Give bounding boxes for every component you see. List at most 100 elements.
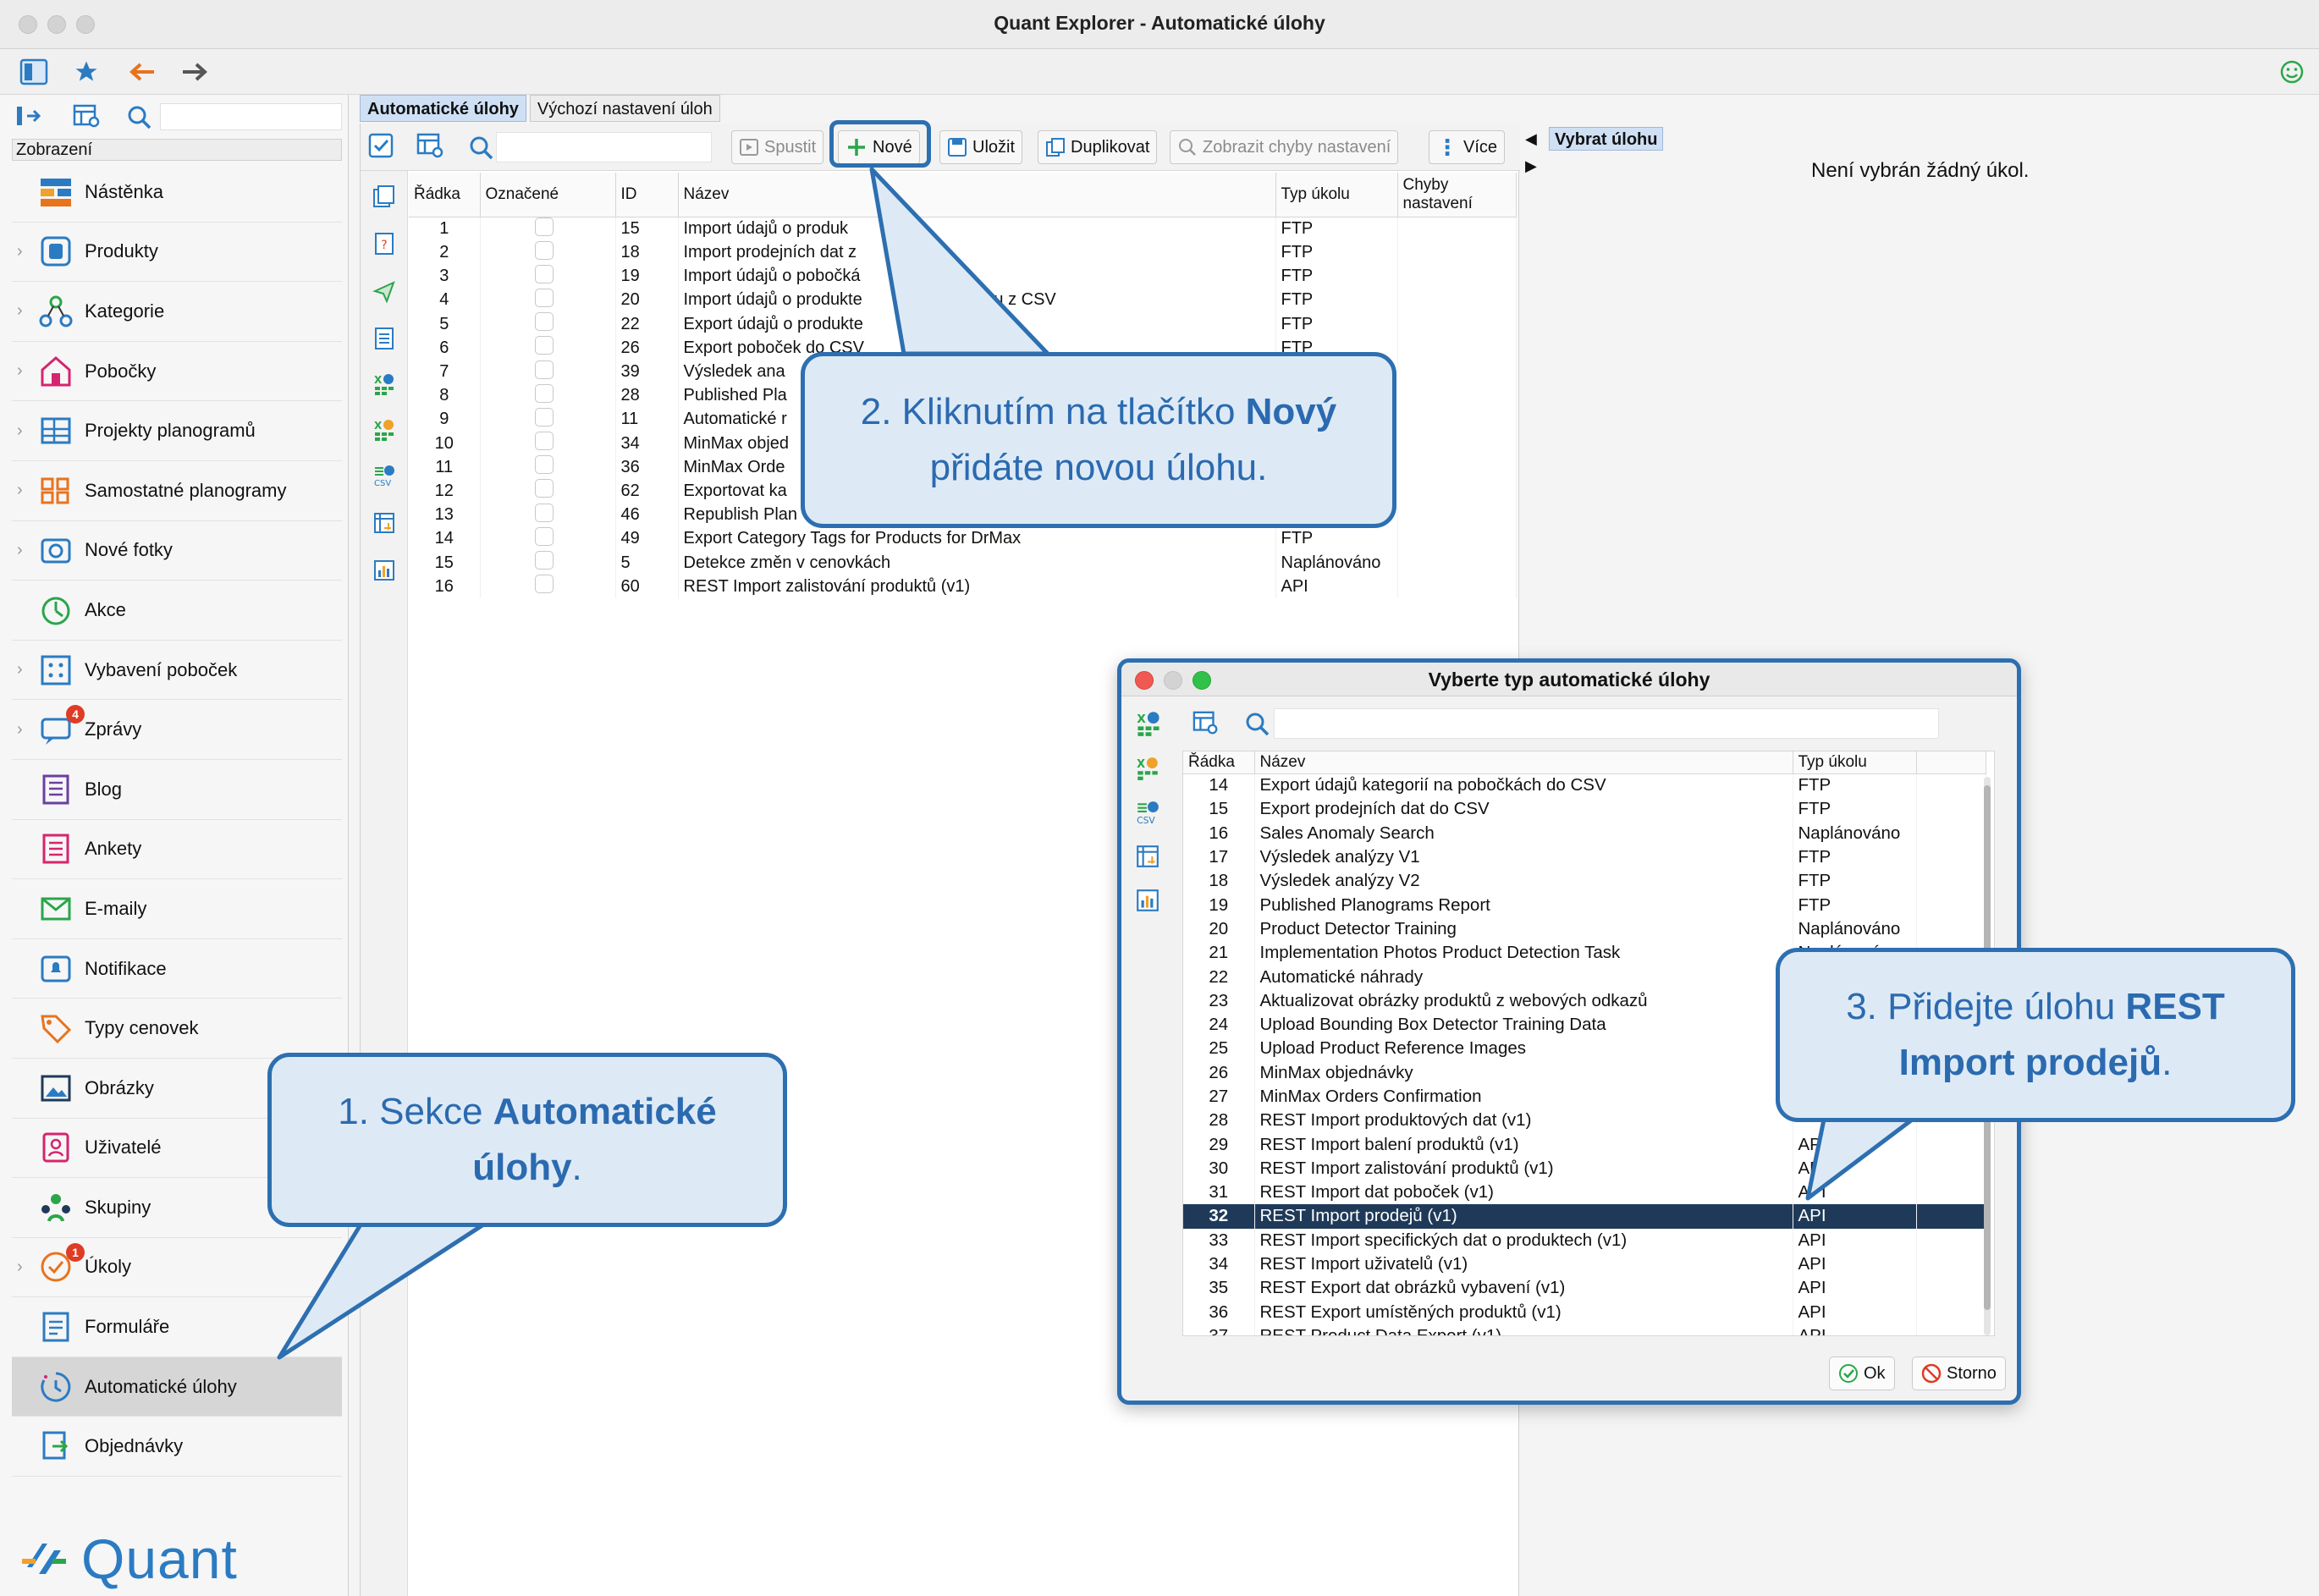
back-arrow-icon[interactable]	[125, 56, 159, 88]
table-row[interactable]: 14 49 Export Category Tags for Products fo…	[409, 526, 1517, 551]
column-settings-icon[interactable]	[416, 132, 445, 165]
table-row[interactable]: 16 60 REST Import zalistování produktů (v1…	[409, 575, 1517, 599]
table-settings-icon[interactable]	[73, 103, 100, 133]
collapse-left-icon[interactable]: ◀	[1525, 130, 1537, 148]
marked-checkbox[interactable]	[480, 432, 616, 456]
show-config-errors-button[interactable]: Zobrazit chyby nastavení	[1170, 130, 1399, 164]
table-row[interactable]: 33 REST Import specifických dat o produkt…	[1183, 1228, 1986, 1252]
table-row[interactable]: 18 Výsledek analýzy V2 FTP	[1183, 869, 1986, 894]
dialog-close-button[interactable]	[1135, 671, 1154, 690]
sidebar-item-task[interactable]: › 1 Úkoly	[12, 1238, 342, 1298]
table-row[interactable]: 29 REST Import balení produktů (v1) API	[1183, 1132, 1986, 1157]
chevron-right-icon[interactable]: ›	[17, 541, 23, 560]
tab-automatic-tasks[interactable]: Automatické úlohy	[360, 95, 526, 122]
more-button[interactable]: ⋮ Více	[1429, 130, 1506, 164]
checkbox[interactable]	[534, 503, 554, 522]
smiley-feedback-icon[interactable]	[2275, 56, 2309, 88]
checkbox[interactable]	[534, 360, 554, 379]
table-row[interactable]: 37 REST Product Data Export (v1) API	[1183, 1324, 1986, 1335]
marked-checkbox[interactable]	[480, 288, 616, 313]
col-config-errors-header[interactable]: Chyby nastavení	[1397, 173, 1517, 217]
tab-select-task[interactable]: Vybrat úlohu	[1549, 127, 1664, 151]
table-row[interactable]: 20 Product Detector Training Naplánováno	[1183, 916, 1986, 942]
search-icon[interactable]	[127, 105, 152, 135]
table-row[interactable]: 3 19 Import údajů o pobočká FTP	[409, 264, 1517, 289]
col-id-header[interactable]: ID	[615, 173, 679, 217]
expand-right-icon[interactable]: ▶	[1525, 157, 1537, 175]
checkbox[interactable]	[534, 479, 554, 498]
table-row[interactable]: 34 REST Import uživatelů (v1) API	[1183, 1252, 1986, 1277]
chevron-right-icon[interactable]: ›	[17, 421, 23, 441]
sidebar-item-survey[interactable]: Ankety	[12, 820, 342, 880]
table-row[interactable]: 4 20 Import údajů o produkte á pro pobočku …	[409, 288, 1517, 313]
col-row-header[interactable]: Řádka	[409, 173, 481, 217]
sidebar-item-auto-task[interactable]: Automatické úlohy	[12, 1357, 342, 1417]
marked-checkbox[interactable]	[480, 479, 616, 504]
table-row[interactable]: 31 REST Import dat poboček (v1) API	[1183, 1180, 1986, 1205]
table-row[interactable]: 5 22 Export údajů o produkte FTP	[409, 312, 1517, 337]
table-row-selected[interactable]: 32 REST Import prodejů (v1) API	[1183, 1204, 1986, 1229]
checkbox[interactable]	[534, 217, 554, 236]
checkbox[interactable]	[534, 240, 554, 260]
marked-checkbox[interactable]	[480, 264, 616, 289]
checkbox[interactable]	[534, 575, 554, 594]
dlg-col-row-header[interactable]: Řádka	[1183, 751, 1255, 774]
chevron-right-icon[interactable]: ›	[17, 660, 23, 680]
sidebar-item-notification[interactable]: Notifikace	[12, 939, 342, 999]
left-search-input[interactable]	[160, 103, 342, 130]
marked-checkbox[interactable]	[480, 526, 616, 551]
favorites-star-icon[interactable]	[69, 56, 103, 88]
chevron-right-icon[interactable]: ›	[17, 1258, 23, 1277]
sidebar-item-email[interactable]: E-maily	[12, 879, 342, 939]
chevron-right-icon[interactable]: ›	[17, 720, 23, 740]
table-row[interactable]: 15 Export prodejních dat do CSV FTP	[1183, 797, 1986, 822]
marked-checkbox[interactable]	[480, 336, 616, 360]
col-marked-header[interactable]: Označené	[480, 173, 616, 217]
sidebar-item-planogram[interactable]: › Samostatné planogramy	[12, 461, 342, 521]
marked-checkbox[interactable]	[480, 240, 616, 265]
pivot-table-icon[interactable]	[371, 509, 398, 537]
dialog-search-input[interactable]	[1274, 708, 1939, 739]
sidebar-toggle-icon[interactable]	[17, 56, 51, 88]
table-row[interactable]: 16 Sales Anomaly Search Naplánováno	[1183, 821, 1986, 845]
forward-arrow-icon[interactable]	[178, 56, 212, 88]
sidebar-item-promo[interactable]: Akce	[12, 581, 342, 641]
sidebar-item-camera[interactable]: › Nové fotky	[12, 521, 342, 581]
checkbox[interactable]	[534, 336, 554, 355]
sidebar-item-message[interactable]: › 4 Zprávy	[12, 700, 342, 760]
sidebar-item-order[interactable]: Objednávky	[12, 1417, 342, 1478]
chevron-right-icon[interactable]: ›	[17, 481, 23, 500]
duplicate-button[interactable]: Duplikovat	[1038, 130, 1158, 164]
marked-checkbox[interactable]	[480, 217, 616, 241]
sidebar-item-category[interactable]: › Kategorie	[12, 282, 342, 342]
sidebar-item-price-tag[interactable]: Typy cenovek	[12, 999, 342, 1059]
pivot-table-icon[interactable]	[1135, 844, 1160, 873]
cancel-button[interactable]: Storno	[1912, 1357, 2006, 1390]
dialog-minimize-button[interactable]	[1164, 671, 1182, 690]
checkbox[interactable]	[534, 432, 554, 451]
col-name-header[interactable]: Název	[678, 173, 1276, 217]
excel-export-icon[interactable]: X	[371, 416, 398, 443]
help-doc-icon[interactable]: ?	[371, 230, 398, 257]
checkbox[interactable]	[534, 455, 554, 475]
marked-checkbox[interactable]	[480, 360, 616, 384]
checkbox[interactable]	[534, 407, 554, 427]
dlg-col-type-header[interactable]: Typ úkolu	[1793, 751, 1917, 774]
chevron-right-icon[interactable]: ›	[17, 242, 23, 261]
tab-default-task-settings[interactable]: Výchozí nastavení úloh	[529, 95, 720, 122]
document-list-icon[interactable]	[371, 325, 398, 352]
run-button[interactable]: Spustit	[731, 130, 824, 164]
table-row[interactable]: 17 Výsledek analýzy V1 FTP	[1183, 845, 1986, 870]
sidebar-item-product[interactable]: › Produkty	[12, 223, 342, 283]
send-icon[interactable]	[371, 278, 398, 305]
column-settings-icon[interactable]	[1193, 710, 1220, 741]
tree-expand-icon[interactable]	[15, 103, 44, 133]
checkbox[interactable]	[534, 288, 554, 307]
table-row[interactable]: 19 Published Planograms Report FTP	[1183, 893, 1986, 917]
chevron-right-icon[interactable]: ›	[17, 361, 23, 381]
checkbox[interactable]	[534, 312, 554, 332]
excel-import-icon[interactable]: X	[371, 371, 398, 398]
bar-chart-icon[interactable]	[1135, 888, 1160, 917]
checkbox[interactable]	[534, 526, 554, 546]
table-row[interactable]: 35 REST Export dat obrázků vybavení (v1) A…	[1183, 1276, 1986, 1301]
